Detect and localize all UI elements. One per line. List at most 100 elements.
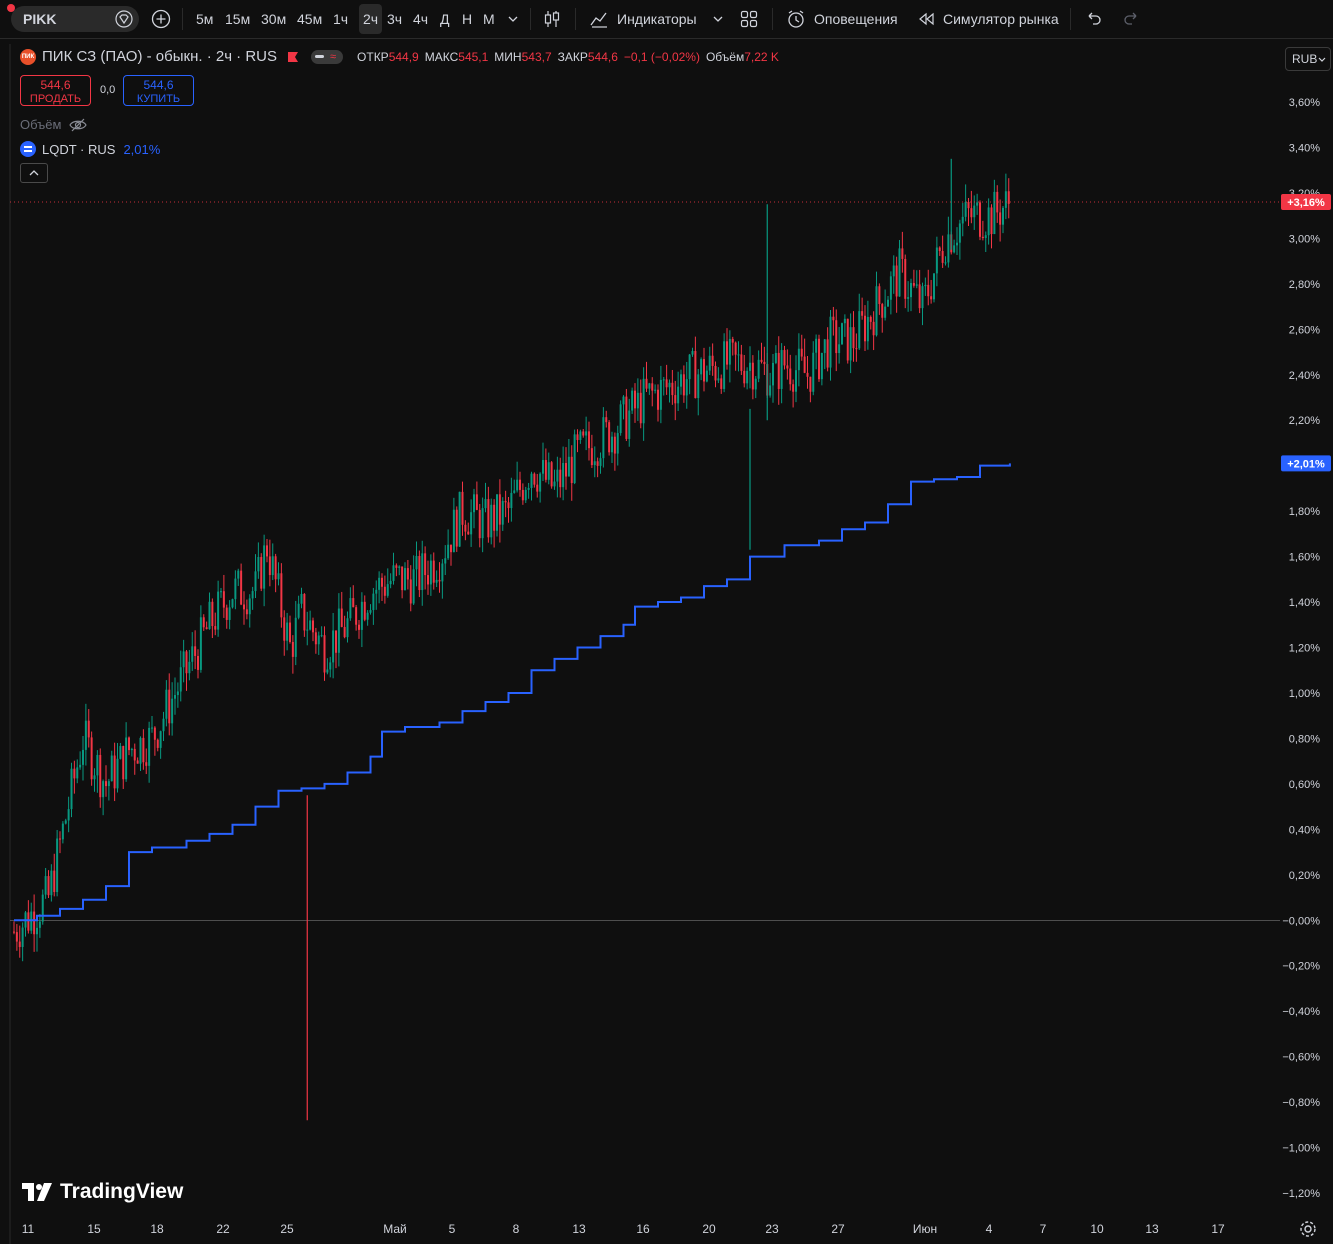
y-tick-label: 2,80%: [1289, 279, 1320, 291]
candle-body: [211, 601, 214, 627]
candle-body: [720, 378, 723, 389]
candle-body: [352, 598, 355, 608]
tradingview-logo[interactable]: TradingView: [22, 1180, 183, 1204]
templates-grid-icon[interactable]: [740, 10, 758, 28]
candle-body: [912, 283, 915, 286]
candle-body: [76, 767, 79, 779]
volume-value: 7,22 K: [744, 49, 779, 64]
x-tick-label: 20: [702, 1222, 716, 1236]
compare-series-legend[interactable]: LQDT · RUS 2,01%: [20, 141, 160, 157]
candle-body: [159, 731, 162, 748]
candle-body: [332, 630, 335, 663]
candle-body: [611, 436, 613, 453]
candle-body: [849, 327, 852, 361]
interval-1[interactable]: 15м: [225, 0, 250, 38]
interval-8[interactable]: Д: [440, 0, 449, 38]
chevron-down-icon[interactable]: [507, 13, 519, 25]
candle-body: [786, 365, 789, 369]
candle-body: [335, 630, 337, 653]
chevron-down-icon[interactable]: [712, 13, 724, 25]
y-tick-label: 1,40%: [1289, 597, 1320, 609]
candles-icon[interactable]: [542, 9, 562, 29]
compare-add-icon[interactable]: [151, 9, 171, 29]
interval-5[interactable]: 2ч: [359, 4, 383, 34]
volume-study-legend: Объём: [20, 117, 88, 132]
candle-body: [881, 304, 884, 318]
buy-button[interactable]: 544,6 КУПИТЬ: [123, 75, 194, 106]
price-scale[interactable]: 3,60% 3,40% 3,20% 3,00% 2,80% 2,60% 2,40% 2,20%…: [1282, 97, 1320, 1200]
candle-body: [415, 556, 418, 570]
interval-0[interactable]: 5м: [196, 0, 213, 38]
x-tick-label: 4: [986, 1222, 993, 1236]
flag-icon[interactable]: [287, 51, 299, 63]
candle-body: [429, 560, 432, 585]
candle-body: [634, 390, 636, 409]
candle-body: [452, 509, 455, 553]
candle-body: [185, 651, 188, 674]
series-title[interactable]: ПИК СЗ (ПАО) - обыкн. · 2ч · RUS: [42, 48, 277, 65]
candle-body: [812, 352, 815, 392]
candle-body: [921, 286, 924, 309]
candle-body: [838, 344, 841, 354]
candle-body: [119, 746, 122, 759]
candle-body: [941, 250, 944, 263]
candle-body: [205, 627, 208, 630]
diamond-icon[interactable]: [115, 10, 133, 28]
candle-body: [381, 577, 383, 587]
candle-body: [953, 245, 956, 253]
interval-9[interactable]: Н: [462, 0, 472, 38]
gear-icon[interactable]: [1298, 1219, 1318, 1239]
candle-body: [852, 327, 855, 349]
candle-body: [116, 758, 119, 789]
candle-body: [346, 618, 349, 638]
low-label: МИН: [494, 49, 522, 64]
candle-body: [826, 339, 829, 368]
series-toggle-icon[interactable]: ≈: [311, 49, 344, 64]
interval-3[interactable]: 45м: [297, 0, 322, 38]
redo-icon[interactable]: [1122, 10, 1140, 28]
candle-body: [450, 544, 452, 553]
candle-body: [832, 316, 835, 321]
candle-body: [783, 350, 786, 366]
currency-selector[interactable]: RUB: [1285, 47, 1331, 71]
brand-label: TradingView: [60, 1180, 184, 1203]
candle-body: [855, 348, 858, 350]
notification-dot: [7, 4, 15, 12]
y-tick-label: 0,80%: [1289, 733, 1320, 745]
interval-7[interactable]: 4ч: [413, 0, 428, 38]
currency-label: RUB: [1292, 52, 1318, 66]
symbol-search-button[interactable]: PIKK: [7, 4, 139, 32]
undo-icon[interactable]: [1085, 10, 1103, 28]
time-scale[interactable]: 11 15 18 22 25 Май 5 8 13 16 20 23 27 Июн 4 7 10 13 17: [22, 1222, 1225, 1236]
candle-body: [18, 941, 21, 948]
compare-symbol: LQDT · RUS: [42, 141, 116, 157]
market-replay-button[interactable]: Симулятор рынка: [917, 0, 1059, 38]
collapse-legend-button[interactable]: [20, 163, 48, 183]
x-tick-label: 23: [765, 1222, 779, 1236]
x-tick-label: 18: [150, 1222, 164, 1236]
candle-body: [300, 593, 303, 604]
candle-body: [895, 265, 898, 297]
indicators-button[interactable]: Индикаторы: [589, 0, 697, 38]
candle-body: [136, 760, 139, 764]
interval-10[interactable]: М: [483, 0, 495, 38]
candle-body: [559, 469, 562, 488]
candle-body: [444, 558, 447, 564]
candle-body: [297, 603, 300, 618]
interval-6[interactable]: 3ч: [387, 0, 402, 38]
candle-body: [139, 737, 142, 764]
sell-button[interactable]: 544,6 ПРОДАТЬ: [20, 75, 91, 106]
candle-body: [409, 579, 412, 604]
alerts-button[interactable]: Оповещения: [786, 0, 898, 38]
candle-body: [30, 911, 33, 931]
candle-body: [73, 768, 76, 779]
candle-body: [668, 382, 671, 388]
candle-body: [56, 838, 59, 893]
candle-body: [887, 299, 889, 307]
candle-body: [99, 754, 102, 798]
candle-body: [639, 392, 642, 424]
interval-2[interactable]: 30м: [261, 0, 286, 38]
eye-hidden-icon[interactable]: [69, 118, 88, 132]
interval-4[interactable]: 1ч: [333, 0, 348, 38]
candle-body: [987, 207, 990, 236]
